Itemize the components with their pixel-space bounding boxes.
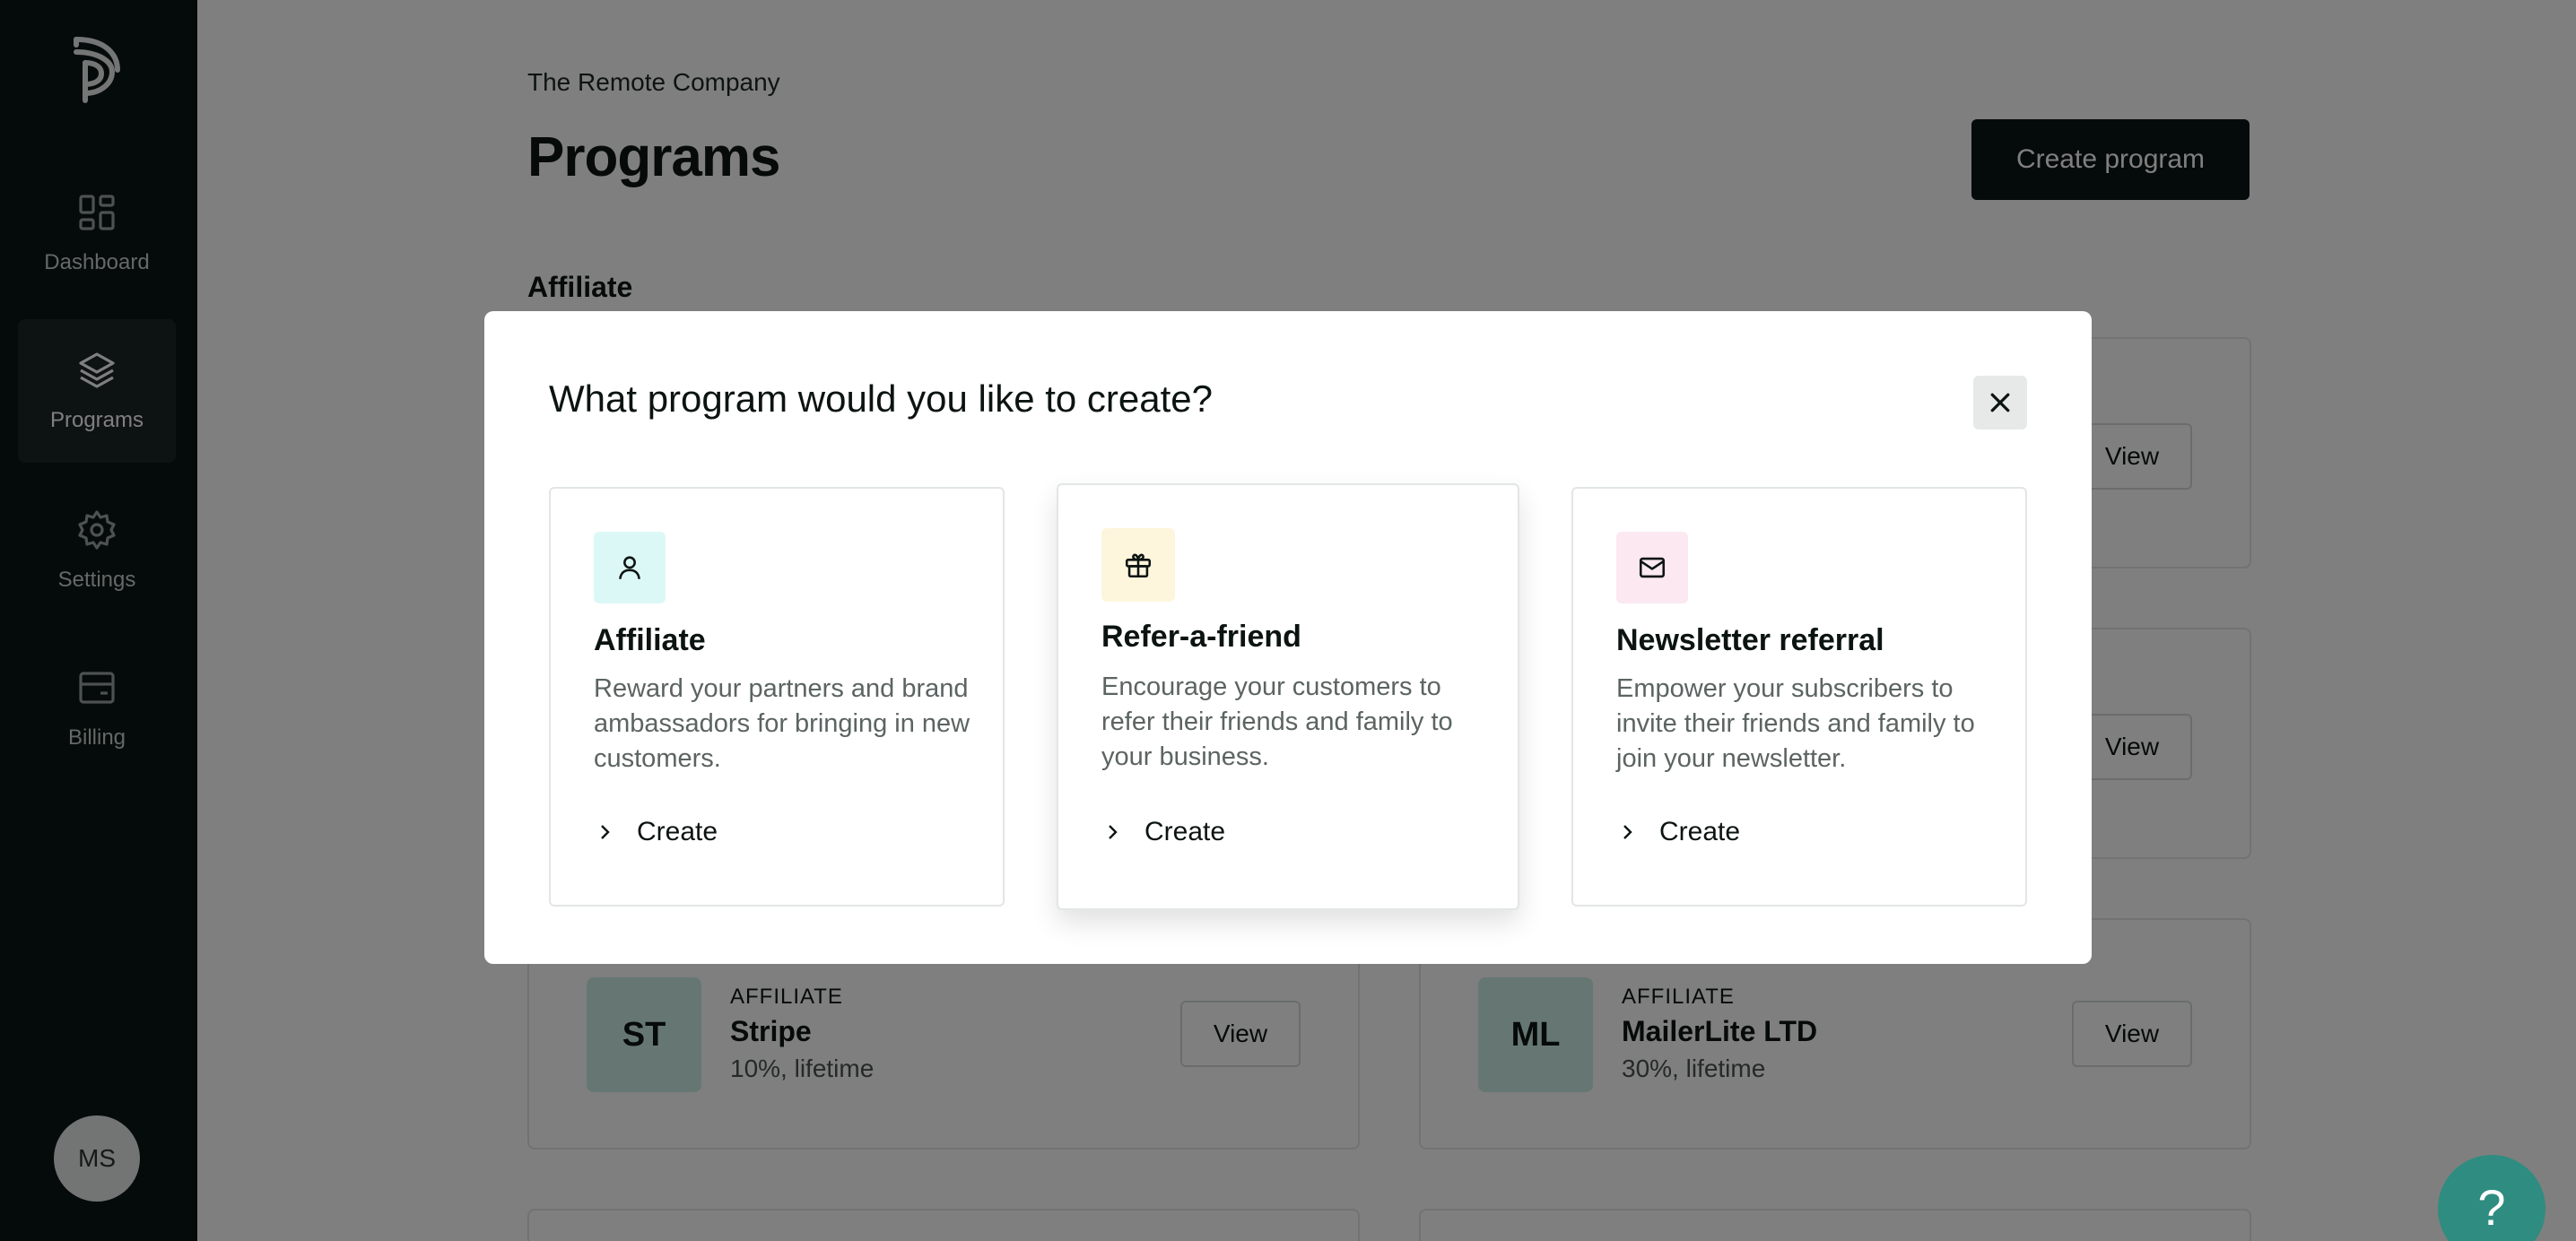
create-label: Create xyxy=(1144,817,1226,846)
option-icon-box xyxy=(1101,528,1175,602)
option-description: Encourage your customers to refer their … xyxy=(1101,673,1453,771)
option-description: Reward your partners and brand ambassado… xyxy=(594,674,970,773)
create-label: Create xyxy=(1659,817,1741,846)
close-icon xyxy=(1990,393,2010,412)
option-title: Newsletter referral xyxy=(1616,623,1884,657)
create-affiliate-button[interactable]: Create xyxy=(594,817,718,847)
mail-icon xyxy=(1639,557,1666,578)
option-newsletter-referral[interactable]: Newsletter referral Empower your subscri… xyxy=(1571,487,2027,907)
person-icon xyxy=(619,556,640,579)
option-title: Affiliate xyxy=(594,623,706,657)
create-program-modal: What program would you like to create? A… xyxy=(484,311,2092,964)
close-button[interactable] xyxy=(1973,376,2027,430)
option-affiliate[interactable]: Affiliate Reward your partners and brand… xyxy=(549,487,1005,907)
option-icon-box xyxy=(1616,532,1688,603)
chevron-right-icon xyxy=(1623,825,1632,839)
create-refer-a-friend-button[interactable]: Create xyxy=(1101,817,1225,847)
create-newsletter-referral-button[interactable]: Create xyxy=(1616,817,1740,847)
modal-title: What program would you like to create? xyxy=(549,378,1214,420)
option-icon-box xyxy=(594,532,666,603)
option-description: Empower your subscribers to invite their… xyxy=(1616,674,1975,773)
option-title: Refer-a-friend xyxy=(1101,620,1301,654)
chevron-right-icon xyxy=(601,825,610,839)
option-refer-a-friend[interactable]: Refer-a-friend Encourage your customers … xyxy=(1057,483,1519,910)
chevron-right-icon xyxy=(1109,825,1118,839)
create-label: Create xyxy=(637,817,718,846)
gift-icon xyxy=(1125,553,1152,578)
